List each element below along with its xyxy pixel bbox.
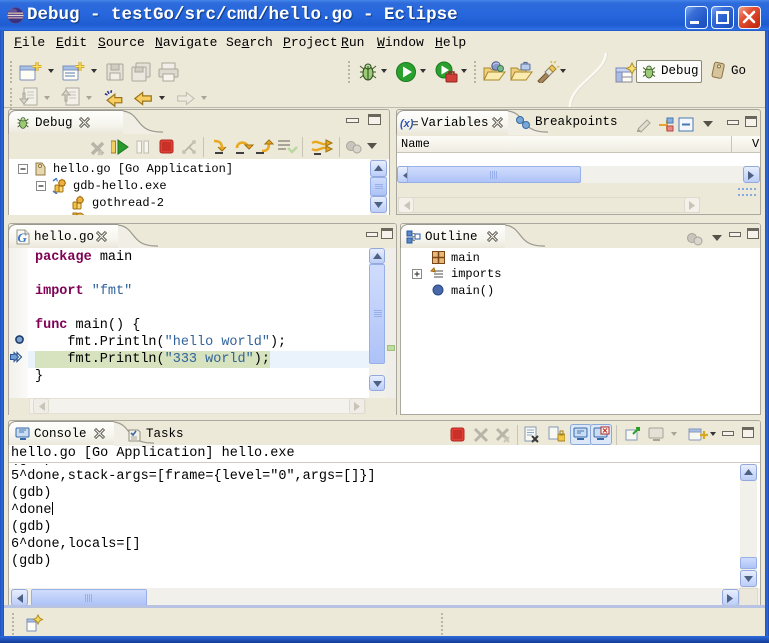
svg-text:=: = — [412, 118, 418, 130]
svg-text:G: G — [18, 230, 28, 245]
